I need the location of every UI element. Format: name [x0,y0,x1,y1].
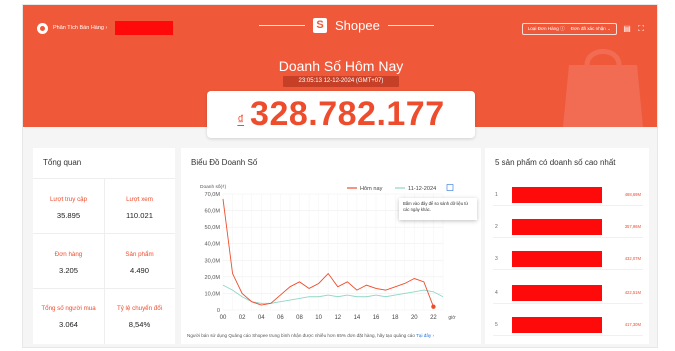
current-point-marker [431,304,436,309]
y-tick-label: 0 [217,308,220,314]
legend-label: 11-12-2024 [408,186,436,192]
x-tick-label: 12 [334,315,341,321]
list-item[interactable]: 4 422,51M [493,282,643,304]
sales-total-box: ₫ 328.782.177 [207,91,475,138]
brand-header: S Shopee [259,18,434,33]
metric-value: 4.490 [129,266,149,275]
x-tick-label: 14 [354,315,361,321]
y-tick-label: 70,0M [204,192,220,198]
sales-amount: 328.782.177 [250,95,445,133]
overview-title: Tổng quan [43,158,82,167]
redacted-product [512,285,602,301]
product-sales: 357,96M [624,224,641,229]
toolbar: Loại Đơn Hàng ⓘ Đơn đã xác nhận ⌄ ▤ ⛶ [521,23,645,35]
rank-number: 2 [495,224,498,230]
shopee-bag-watermark-icon [563,49,643,127]
list-item[interactable]: 1 468,69M [493,184,643,206]
order-type-value: Đơn đã xác nhận ⌄ [570,26,611,31]
metric-buyers[interactable]: Tổng số người mua 3.064 [33,305,104,329]
rank-number: 4 [495,290,498,296]
sales-line-chart[interactable]: 0 10,0M 20,0M 30,0M 40,0M 50,0M 60,0M 70,0M 00 02… [181,148,481,328]
overview-card: Tổng quan Lượt truy cập 35.895 Lượt xem … [33,148,175,344]
y-tick-label: 50,0M [204,225,220,231]
top-products-card: 5 sản phẩm có doanh số cao nhất 1 468,69… [485,148,649,344]
redacted-shop-name [115,21,174,35]
y-tick-label: 60,0M [204,209,220,215]
product-sales: 417,30M [624,322,641,327]
legend-label: Hôm nay [360,186,383,192]
metric-label: Sản phẩm [125,251,154,258]
sales-dashboard: Phân Tích Bán Hàng › S Shopee Loại Đơn H… [22,4,658,348]
breadcrumb-label[interactable]: Phân Tích Bán Hàng › [53,25,107,31]
order-type-label: Loại Đơn Hàng ⓘ [527,26,565,31]
x-tick-label: 00 [220,315,227,321]
top-products-title: 5 sản phẩm có doanh số cao nhất [495,158,616,167]
x-axis-label: giờ [448,315,456,321]
x-tick-label: 04 [258,315,265,321]
product-sales: 422,51M [624,290,641,295]
order-type-select[interactable]: Loại Đơn Hàng ⓘ Đơn đã xác nhận ⌄ [521,23,617,35]
shopee-logo-icon: S [313,18,327,33]
metric-label: Đơn hàng [54,251,83,258]
x-tick-label: 10 [315,315,322,321]
metric-label: Lượt xem [126,196,153,203]
redacted-product [512,187,602,203]
x-tick-label: 08 [296,315,303,321]
breadcrumb[interactable]: Phân Tích Bán Hàng › [37,21,174,35]
metric-label: Lượt truy cập [49,196,88,203]
brand-name: Shopee [335,18,380,33]
y-tick-label: 20,0M [204,275,220,281]
metric-orders[interactable]: Đơn hàng 3.205 [33,251,104,275]
footnote-text: Người bán sử dụng Quảng cáo Shopee trung… [187,333,415,338]
rank-number: 3 [495,256,498,262]
rank-number: 5 [495,322,498,328]
metric-label: Tỷ lệ chuyển đổi [116,305,163,312]
x-tick-label: 16 [373,315,380,321]
compare-tooltip: Bấm vào đây để so sánh dữ liệu từ các ng… [399,198,477,220]
metric-conversion[interactable]: Tỷ lệ chuyển đổi 8,54% [104,305,175,329]
metric-value: 3.064 [58,320,78,329]
x-tick-label: 06 [277,315,284,321]
y-tick-label: 40,0M [204,242,220,248]
redacted-product [512,317,602,333]
metric-label: Tổng số người mua [41,305,96,312]
metric-products[interactable]: Sản phẩm 4.490 [104,251,175,275]
x-tick-label: 02 [239,315,246,321]
product-sales: 468,69M [624,192,641,197]
shop-avatar-icon [37,22,48,34]
list-item[interactable]: 3 432,07M [493,248,643,270]
y-tick-label: 30,0M [204,258,220,264]
metric-value: 8,54% [128,320,151,329]
sales-chart-card: Biểu Đồ Doanh Số 0 10,0M 20,0M 30,0M 40,0M 50… [181,148,481,344]
datetime-badge: 23:05:13 12-12-2024 (GMT+07) [283,76,399,87]
metric-value: 35.895 [56,211,81,220]
rank-number: 1 [495,192,498,198]
list-item[interactable]: 2 357,96M [493,216,643,238]
clipboard-icon[interactable]: ▤ [623,25,631,33]
divider-left [259,25,305,26]
metric-value: 3.205 [58,266,78,275]
metric-views[interactable]: Lượt xem 110.021 [104,196,175,220]
ads-link[interactable]: Tại đây › [416,333,434,338]
currency-symbol: ₫ [237,112,245,127]
x-tick-label: 20 [411,315,418,321]
page-title: Doanh Số Hôm Nay [278,58,404,74]
metric-visits[interactable]: Lượt truy cập 35.895 [33,196,104,220]
calendar-icon [446,184,454,191]
metric-value: 110.021 [126,211,153,220]
y-tick-label: 10,0M [204,291,220,297]
x-tick-label: 18 [392,315,399,321]
y-axis-label: Doanh số(₫) [200,184,227,190]
product-sales: 432,07M [624,256,641,261]
ads-footnote: Người bán sử dụng Quảng cáo Shopee trung… [187,333,434,338]
fullscreen-icon[interactable]: ⛶ [637,25,645,33]
divider-right [387,25,434,26]
x-tick-label: 22 [430,315,437,321]
redacted-product [512,219,602,235]
list-item[interactable]: 5 417,30M [493,314,643,336]
redacted-product [512,251,602,267]
series-line [222,284,444,304]
